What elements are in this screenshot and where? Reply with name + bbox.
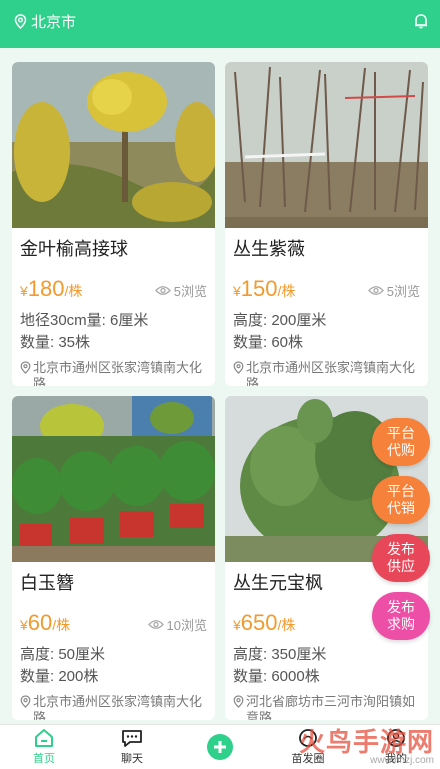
eye-icon — [154, 286, 171, 295]
listing-quantity: 数量: 35株 — [20, 334, 91, 351]
view-count: 10浏览 — [147, 615, 207, 634]
view-count: 5浏览 — [367, 281, 420, 300]
listing-address: 北京市通州区张家湾镇南大化路 — [20, 694, 207, 720]
chat-bubble-icon — [122, 730, 142, 747]
platform-purchase-button[interactable]: 平台代购 — [372, 418, 430, 466]
city-label: 北京市 — [31, 13, 77, 31]
top-bar: 北京市 — [0, 0, 440, 48]
post-demand-button[interactable]: 发布求购 — [372, 592, 430, 640]
listing-price: ¥60/株 — [20, 610, 71, 635]
listing-title: 金叶榆高接球 — [20, 239, 128, 259]
view-count: 5浏览 — [154, 281, 207, 300]
listing-spec: 地径30cm量: 6厘米 — [20, 312, 149, 329]
listing-price: ¥650/株 — [233, 610, 296, 635]
location-pin-icon — [233, 361, 244, 374]
listing-price: ¥150/株 — [233, 276, 296, 301]
listing-quantity: 数量: 6000株 — [233, 668, 320, 685]
listing-spec: 高度: 50厘米 — [20, 646, 106, 663]
floating-action-menu: 平台代购 平台代销 发布供应 发布求购 — [372, 418, 432, 650]
site-watermark: 火鸟手游网 www.hnzj.com — [298, 727, 434, 766]
nav-chat[interactable]: 聊天 — [92, 728, 172, 766]
product-photo[interactable] — [12, 62, 215, 228]
listing-quantity: 数量: 200株 — [20, 668, 99, 685]
home-icon — [35, 729, 53, 747]
listing-card[interactable]: 金叶榆高接球 ¥180/株 5浏览 地径30cm量: 6厘米 数量: 35株 北… — [12, 62, 215, 386]
listing-title: 白玉簪 — [20, 573, 74, 593]
listing-address: 北京市通州区张家湾镇南大化路 — [233, 360, 420, 386]
listing-price: ¥180/株 — [20, 276, 83, 301]
bell-icon — [415, 14, 427, 29]
plus-icon — [207, 734, 233, 760]
platform-consign-button[interactable]: 平台代销 — [372, 476, 430, 524]
post-supply-button[interactable]: 发布供应 — [372, 534, 430, 582]
location-selector[interactable]: 北京市 — [14, 11, 76, 32]
location-pin-icon — [20, 361, 31, 374]
listing-title: 丛生紫薇 — [233, 239, 305, 259]
location-pin-icon — [233, 695, 244, 708]
listing-card[interactable]: 丛生紫薇 ¥150/株 5浏览 高度: 200厘米 数量: 60株 北京市通州区… — [225, 62, 428, 386]
eye-icon — [147, 620, 164, 629]
product-photo[interactable] — [12, 396, 215, 562]
nav-home[interactable]: 首页 — [4, 728, 84, 766]
location-pin-icon — [14, 13, 27, 29]
location-pin-icon — [20, 695, 31, 708]
nav-add[interactable] — [180, 734, 260, 760]
listing-address: 河北省廊坊市三河市洵阳镇如意路 — [233, 694, 420, 720]
listing-quantity: 数量: 60株 — [233, 334, 304, 351]
product-photo[interactable] — [225, 62, 428, 228]
listing-grid: 金叶榆高接球 ¥180/株 5浏览 地径30cm量: 6厘米 数量: 35株 北… — [12, 62, 428, 720]
listing-card[interactable]: 白玉簪 ¥60/株 10浏览 高度: 50厘米 数量: 200株 北京市通州区张… — [12, 396, 215, 720]
listing-spec: 高度: 200厘米 — [233, 312, 327, 329]
listing-address: 北京市通州区张家湾镇南大化路 — [20, 360, 207, 386]
eye-icon — [367, 286, 384, 295]
notification-button[interactable] — [414, 13, 428, 29]
